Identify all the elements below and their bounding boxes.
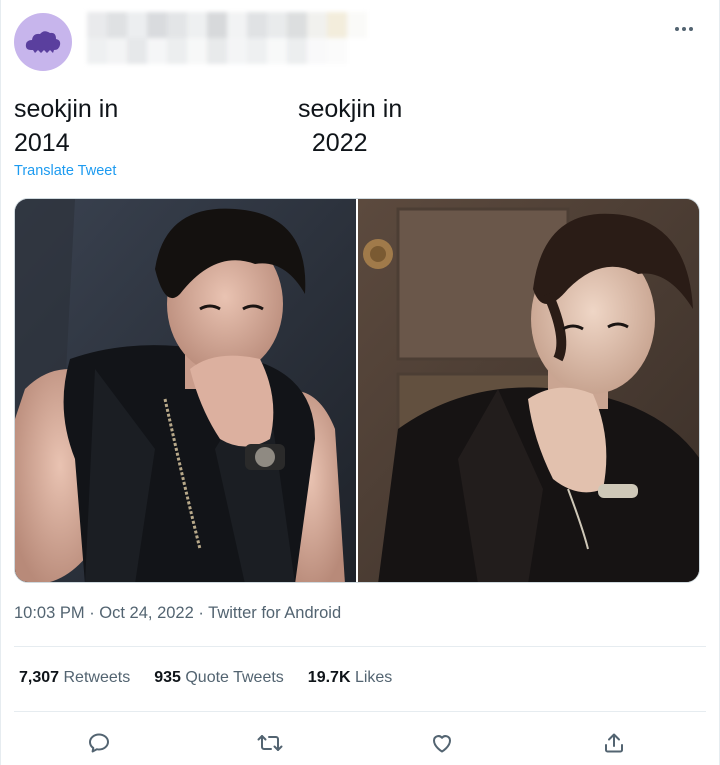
more-horizontal-icon	[675, 27, 693, 31]
tweet-time[interactable]: 10:03 PM	[14, 604, 85, 622]
retweets-count: 7,307	[19, 669, 60, 686]
tweet: seokjin in 2014 seokjin in 2022 Translat…	[0, 0, 720, 765]
meta-separator-2: ·	[193, 604, 209, 622]
likes-label: Likes	[354, 669, 393, 686]
reply-button[interactable]	[82, 726, 116, 760]
tweet-stats: 7,307 Retweets 935 Quote Tweets 19.7K Li…	[19, 669, 392, 687]
share-button[interactable]	[597, 726, 631, 760]
like-button[interactable]	[425, 726, 459, 760]
media-grid	[14, 198, 700, 583]
quote-tweets-count: 935	[154, 669, 181, 686]
tweet-text-right: seokjin in 2022	[298, 95, 403, 157]
share-icon	[605, 733, 623, 753]
avatar[interactable]	[14, 13, 72, 71]
translate-tweet-link[interactable]: Translate Tweet	[14, 163, 116, 179]
blurred-username	[87, 12, 367, 64]
reply-icon	[89, 733, 109, 753]
retweets-label: Retweets	[63, 669, 131, 686]
heart-icon	[433, 735, 451, 753]
retweet-icon	[257, 735, 283, 751]
cloud-icon	[25, 31, 61, 53]
divider-top	[14, 646, 706, 647]
photo-2022[interactable]	[358, 199, 699, 582]
tweet-source[interactable]: Twitter for Android	[208, 604, 341, 622]
tweet-text-left: seokjin in 2014	[14, 95, 119, 157]
photo-2014[interactable]	[15, 199, 356, 582]
likes-count: 19.7K	[307, 669, 351, 686]
tweet-date[interactable]: Oct 24, 2022	[99, 604, 193, 622]
quote-tweets-label: Quote Tweets	[185, 669, 284, 686]
photo-2014-illustration	[15, 199, 356, 582]
likes-stat[interactable]: 19.7K Likes	[308, 669, 393, 687]
quote-tweets-stat[interactable]: 935 Quote Tweets	[154, 669, 284, 687]
retweet-button[interactable]	[253, 726, 287, 760]
meta-separator-1: ·	[84, 604, 100, 622]
photo-2022-illustration	[358, 199, 699, 582]
retweets-stat[interactable]: 7,307 Retweets	[19, 669, 130, 687]
tweet-actions	[1, 722, 720, 762]
more-options-button[interactable]	[669, 14, 699, 44]
divider-bottom	[14, 711, 706, 712]
tweet-meta: 10:03 PM · Oct 24, 2022 · Twitter for An…	[14, 604, 341, 623]
